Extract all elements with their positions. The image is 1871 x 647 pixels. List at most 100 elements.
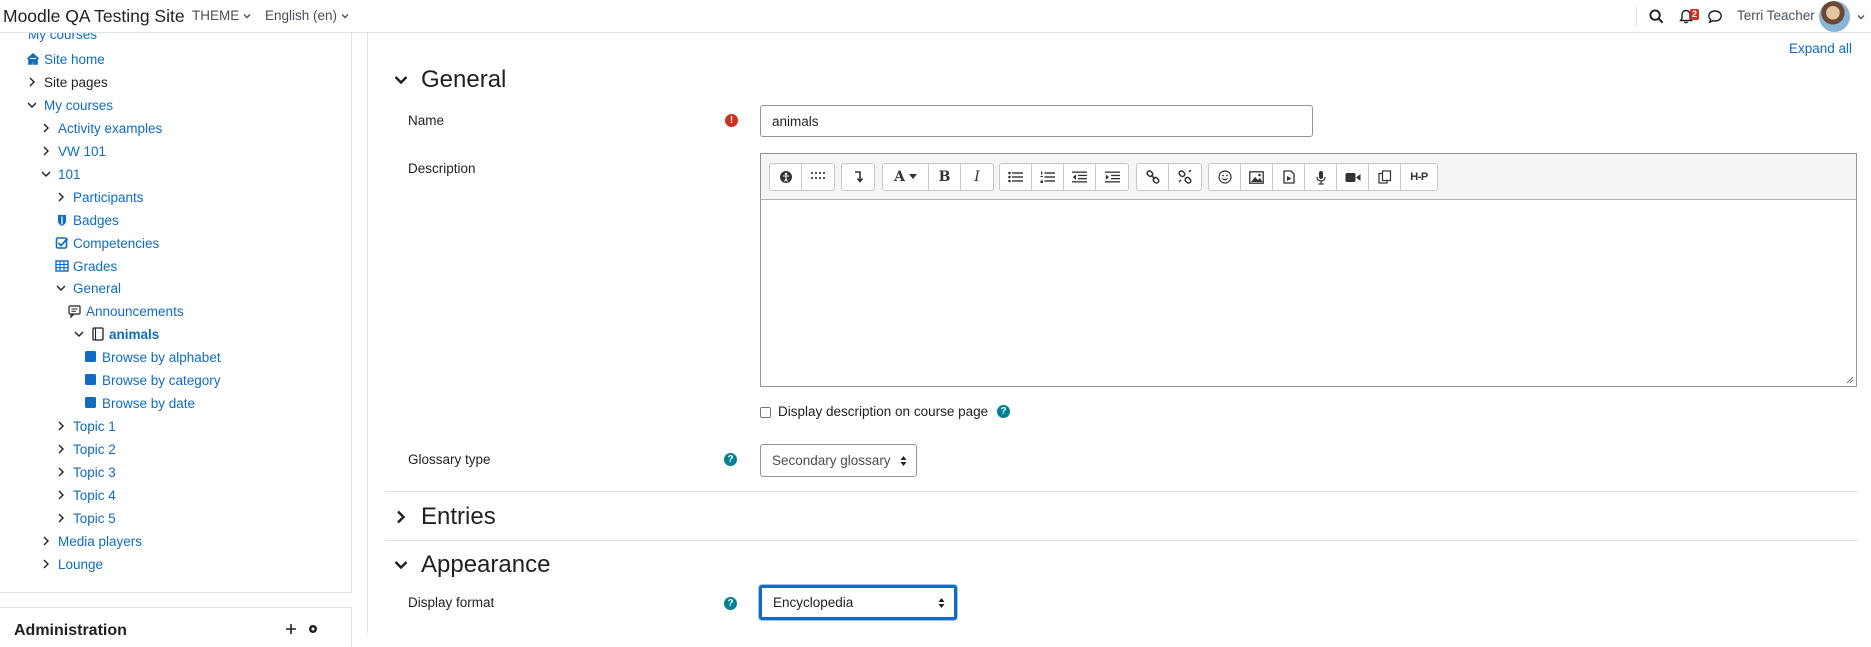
sidebar-item-topic-4[interactable]: Topic 4 [55, 485, 116, 505]
sidebar-item-label: Browse by date [102, 395, 196, 411]
sidebar-item-vw-101[interactable]: VW 101 [40, 141, 106, 161]
sidebar-item-badges[interactable]: Badges [55, 210, 119, 230]
link-button[interactable] [1137, 164, 1169, 190]
required-icon: ! [725, 114, 738, 127]
chevron-down-icon [74, 331, 84, 337]
name-input[interactable] [760, 105, 1313, 137]
notification-count-badge: 2 [1690, 9, 1700, 20]
emoji-icon [1217, 170, 1232, 184]
sidebar-item-competencies[interactable]: Competencies [55, 233, 159, 253]
sidebar-item-browse-by-date[interactable]: Browse by date [84, 393, 195, 413]
language-dropdown[interactable]: English (en) [265, 8, 349, 23]
sidebar-item-label: Announcements [86, 303, 184, 319]
sidebar-item-topic-2[interactable]: Topic 2 [55, 439, 116, 459]
record-video-button[interactable] [1337, 164, 1369, 190]
display-description-label[interactable]: Display description on course page [778, 404, 988, 419]
resize-handle-icon[interactable] [1846, 376, 1854, 384]
record-audio-button[interactable] [1305, 164, 1337, 190]
outdent-button[interactable] [1064, 164, 1096, 190]
editor-content-area[interactable] [761, 200, 1856, 386]
glossary-type-select[interactable]: Secondary glossary [760, 444, 917, 477]
indent-button[interactable] [1096, 164, 1128, 190]
theme-dropdown[interactable]: THEME [192, 8, 251, 23]
dots-grid-icon [811, 172, 825, 179]
sidebar-item-label: My courses [28, 33, 98, 42]
sidebar-item-topic-5[interactable]: Topic 5 [55, 508, 116, 528]
show-more-buttons[interactable] [802, 164, 834, 190]
arrow-down-icon [855, 171, 863, 183]
sidebar-item-topic-1[interactable]: Topic 1 [55, 416, 116, 436]
unordered-list-button[interactable] [1000, 164, 1032, 190]
image-button[interactable] [1241, 164, 1273, 190]
sidebar-item-my-courses-top[interactable]: My courses [28, 33, 97, 44]
gear-icon[interactable] [307, 623, 319, 635]
help-icon[interactable]: ? [724, 453, 737, 466]
sidebar-item-site-home[interactable]: Site home [26, 49, 105, 69]
chevron-down-icon [27, 102, 37, 108]
chevron-down-icon [41, 171, 51, 177]
paragraph-styles-button[interactable]: A [883, 164, 929, 190]
chevron-down-icon [394, 561, 408, 570]
sidebar-item-lounge[interactable]: Lounge [40, 554, 103, 574]
sidebar-item-general[interactable]: General [55, 278, 121, 298]
sidebar-item-label: Lounge [58, 556, 104, 572]
square-icon [85, 397, 96, 408]
sidebar-item-announcements[interactable]: Announcements [68, 301, 184, 321]
sidebar-item-topic-3[interactable]: Topic 3 [55, 462, 116, 482]
search-icon[interactable] [1649, 9, 1664, 24]
messages-icon[interactable] [1707, 9, 1723, 24]
user-name[interactable]: Terri Teacher [1737, 8, 1815, 23]
section-general-header[interactable]: General [393, 66, 506, 94]
unlink-button[interactable] [1169, 164, 1201, 190]
sidebar-item-label: My courses [44, 97, 114, 113]
sidebar-item-my-courses[interactable]: My courses [26, 95, 113, 115]
description-label: Description [408, 161, 476, 176]
chevron-right-icon [58, 192, 64, 202]
toolbar-group-lists [999, 163, 1129, 191]
section-general-title: General [421, 66, 507, 93]
manage-files-button[interactable] [1369, 164, 1401, 190]
bold-button[interactable]: B [929, 164, 961, 190]
emoji-button[interactable] [1209, 164, 1241, 190]
ordered-list-button[interactable] [1032, 164, 1064, 190]
display-description-checkbox[interactable] [760, 407, 771, 418]
sidebar-item-browse-by-alphabet[interactable]: Browse by alphabet [84, 347, 221, 367]
avatar[interactable] [1819, 1, 1850, 32]
accessibility-icon [779, 171, 792, 183]
site-name[interactable]: Moodle QA Testing Site [3, 6, 185, 27]
media-button[interactable] [1273, 164, 1305, 190]
expand-all-link[interactable]: Expand all [1789, 41, 1852, 56]
description-editor[interactable]: A B I H-P [760, 153, 1857, 387]
administration-block: Administration [0, 607, 352, 647]
help-icon[interactable]: ? [997, 405, 1010, 418]
section-entries-header[interactable]: Entries [393, 503, 496, 531]
chevron-down-icon [243, 13, 251, 18]
administration-title: Administration [14, 622, 127, 639]
move-icon[interactable] [286, 624, 296, 634]
numbered-list-icon [1040, 171, 1055, 183]
sidebar-item-media-players[interactable]: Media players [40, 531, 142, 551]
chevron-down-icon [341, 13, 349, 18]
collapse-button[interactable] [842, 164, 874, 190]
section-divider [385, 540, 1858, 541]
h5p-button[interactable]: H-P [1401, 164, 1437, 190]
sidebar-item-activity-examples[interactable]: Activity examples [40, 118, 162, 138]
chevron-down-icon[interactable] [1857, 13, 1865, 21]
select-arrows-icon [900, 455, 907, 466]
help-icon[interactable]: ? [724, 597, 737, 610]
bullet-list-icon [1008, 171, 1023, 183]
section-appearance-header[interactable]: Appearance [393, 551, 550, 579]
sidebar-item-grades[interactable]: Grades [55, 256, 117, 276]
italic-button[interactable]: I [961, 164, 993, 190]
glossary-type-value: Secondary glossary [772, 453, 891, 468]
accessibility-checker-button[interactable] [770, 164, 802, 190]
display-format-select[interactable]: Encyclopedia [759, 585, 957, 620]
sidebar-item-browse-by-category[interactable]: Browse by category [84, 370, 221, 390]
sidebar-item-site-pages[interactable]: Site pages [26, 72, 108, 92]
chevron-right-icon [58, 513, 64, 523]
chevron-right-icon [58, 467, 64, 477]
sidebar-item-participants[interactable]: Participants [55, 187, 144, 207]
sidebar-item-animals[interactable]: animals [73, 324, 159, 344]
sidebar-item-101[interactable]: 101 [40, 164, 81, 184]
checkbox-icon [55, 237, 69, 249]
